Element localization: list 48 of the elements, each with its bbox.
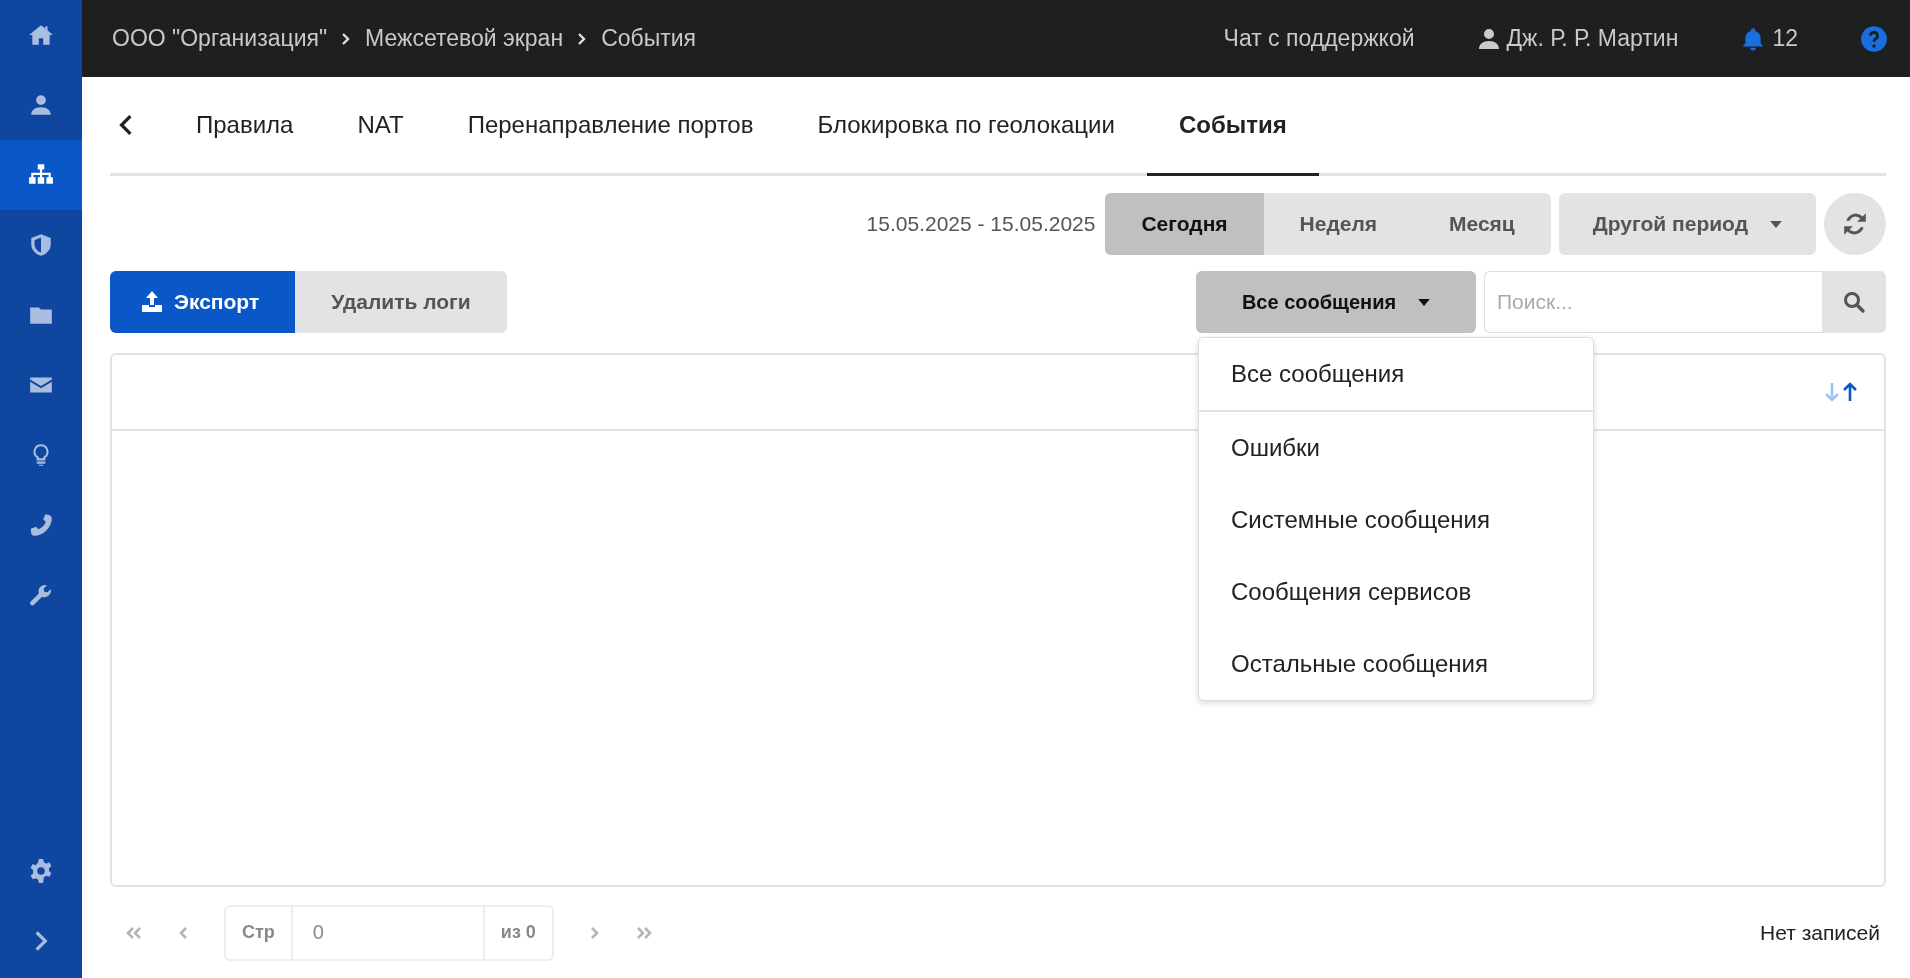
message-filter-dropdown[interactable]: Все сообщения bbox=[1196, 271, 1476, 333]
arrow-down-icon bbox=[1824, 381, 1840, 403]
caret-icon bbox=[1418, 298, 1431, 306]
date-range-text: 15.05.2025 - 15.05.2025 bbox=[866, 212, 1096, 236]
other-period-dropdown[interactable]: Другой период bbox=[1558, 193, 1816, 255]
breadcrumb-link[interactable]: События bbox=[601, 25, 697, 52]
period-button[interactable]: Месяц bbox=[1413, 193, 1551, 255]
caret-icon bbox=[1770, 220, 1782, 228]
shield-icon bbox=[28, 232, 54, 258]
sort-toggle[interactable] bbox=[1824, 381, 1858, 403]
upload-icon bbox=[140, 290, 164, 314]
breadcrumb-link[interactable]: ООО "Организация" bbox=[112, 25, 328, 52]
chevron-left-icon[interactable] bbox=[118, 114, 134, 136]
settings-icon bbox=[28, 858, 54, 884]
search-icon bbox=[1842, 290, 1866, 314]
chevron-right-icon bbox=[577, 31, 588, 46]
dropdown-option[interactable]: Все сообщения bbox=[1199, 338, 1593, 412]
dropdown-option[interactable]: Ошибки bbox=[1199, 412, 1593, 484]
notification-count: 12 bbox=[1772, 25, 1798, 52]
sidebar-item[interactable] bbox=[0, 140, 82, 210]
help-icon[interactable] bbox=[1860, 24, 1888, 53]
page-number-field[interactable]: 0 bbox=[290, 904, 485, 961]
export-button[interactable]: Экспорт bbox=[110, 271, 296, 333]
records-status-text: Нет записей bbox=[1760, 920, 1880, 945]
delete-logs-button[interactable]: Удалить логи bbox=[295, 271, 507, 333]
total-pages-label: из 0 bbox=[484, 904, 554, 961]
dropdown-option[interactable]: Сообщения сервисов bbox=[1199, 556, 1593, 628]
breadcrumb-link[interactable]: Межсетевой экран bbox=[365, 25, 564, 52]
user-name-link[interactable]: Дж. Р. Р. Мартин bbox=[1506, 25, 1679, 52]
search-field[interactable]: Поиск... bbox=[1484, 271, 1822, 333]
period-button[interactable]: Неделя bbox=[1263, 193, 1414, 255]
support-chat-link[interactable]: Чат с поддержкой bbox=[1223, 25, 1415, 52]
tab[interactable]: События bbox=[1146, 77, 1319, 176]
search-button[interactable] bbox=[1822, 271, 1886, 333]
dropdown-option[interactable]: Системные сообщения bbox=[1199, 484, 1593, 556]
tab[interactable]: NAT bbox=[325, 77, 436, 176]
refresh-icon bbox=[1842, 211, 1868, 237]
dropdown-option[interactable]: Остальные сообщения bbox=[1199, 628, 1593, 700]
user-icon bbox=[1476, 26, 1501, 51]
user-icon bbox=[28, 92, 54, 118]
arrow-up-icon bbox=[1842, 381, 1858, 403]
chevron-right-icon bbox=[341, 31, 352, 46]
period-button[interactable]: Сегодня bbox=[1105, 193, 1264, 255]
tab[interactable]: Перенаправление портов bbox=[435, 77, 786, 176]
tab[interactable]: Блокировка по геолокации bbox=[785, 77, 1147, 176]
tab[interactable]: Правила bbox=[164, 77, 326, 176]
phone-icon bbox=[28, 512, 54, 538]
wrench-icon bbox=[28, 582, 54, 608]
